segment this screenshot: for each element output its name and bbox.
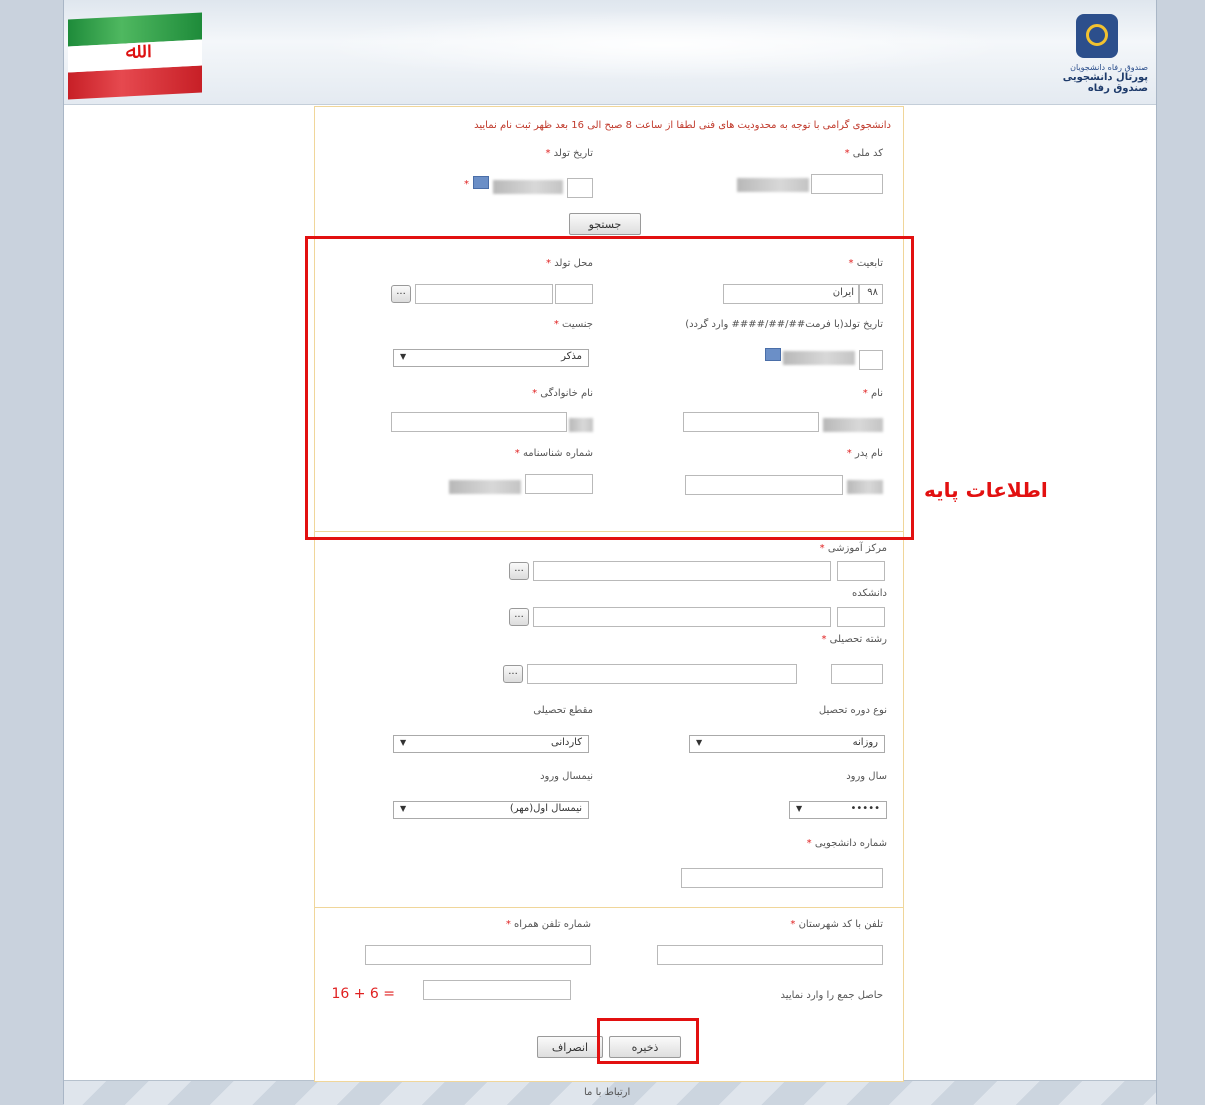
major-label: رشته تحصیلی * <box>821 634 887 645</box>
portal-logo[interactable]: صندوق رفاه دانشجویان پورتال دانشجویی صند… <box>1028 14 1148 94</box>
education-center-code-input[interactable] <box>837 561 885 581</box>
chevron-down-icon: ▼ <box>696 738 703 747</box>
birth-day-input[interactable] <box>567 178 593 198</box>
chevron-down-icon: ▼ <box>796 804 803 813</box>
calendar-icon[interactable] <box>473 176 489 189</box>
phone-input[interactable] <box>657 945 883 965</box>
education-center-lookup-button[interactable]: ... <box>509 562 529 580</box>
iran-flag-image: ﷲ <box>68 12 202 100</box>
faculty-code-input[interactable] <box>837 607 885 627</box>
faculty-lookup-button[interactable]: ... <box>509 608 529 626</box>
major-code-input[interactable] <box>831 664 883 684</box>
site-footer: ارتباط با ما <box>64 1080 1156 1105</box>
phone-label: تلفن با کد شهرستان * <box>790 919 883 930</box>
notice-text: دانشجوی گرامی با توجه به محدودیت های فنی… <box>474 120 891 131</box>
faculty-name-input[interactable] <box>533 607 831 627</box>
save-button-highlight-box <box>597 1018 699 1064</box>
faculty-label: دانشکده <box>852 588 887 599</box>
entry-year-label: سال ورود <box>846 771 887 782</box>
chevron-down-icon: ▼ <box>400 804 407 813</box>
captcha-question: 16 + 6 = <box>331 986 395 1002</box>
student-number-label: شماره دانشجویی * <box>806 838 887 849</box>
entry-semester-select[interactable]: نیمسال اول(مهر) ▼ <box>393 801 589 819</box>
search-button[interactable]: جستجو <box>569 213 641 235</box>
captcha-input[interactable] <box>423 980 571 1000</box>
contact-us-link[interactable]: ارتباط با ما <box>584 1087 630 1098</box>
course-type-select[interactable]: روزانه ▼ <box>689 735 885 753</box>
major-lookup-button[interactable]: ... <box>503 665 523 683</box>
national-code-label: کد ملی * <box>844 148 883 159</box>
entry-semester-label: نیمسال ورود <box>540 771 593 782</box>
captcha-label: حاصل جمع را وارد نمایید <box>780 990 883 1001</box>
cancel-button[interactable]: انصراف <box>537 1036 603 1058</box>
education-center-label: مرکز آموزشی * <box>819 543 887 554</box>
logo-subtitle: صندوق رفاه دانشجویان <box>1070 63 1148 72</box>
entry-year-select[interactable]: ••••• ▼ <box>789 801 887 819</box>
site-header: ﷲ صندوق رفاه دانشجویان پورتال دانشجویی ص… <box>64 0 1156 105</box>
chevron-down-icon: ▼ <box>400 738 407 747</box>
logo-icon <box>1076 14 1118 58</box>
portal-title: پورتال دانشجویی صندوق رفاه <box>1062 72 1148 94</box>
basic-info-highlight-box <box>305 236 914 540</box>
student-number-input[interactable] <box>681 868 883 888</box>
national-code-input[interactable] <box>811 174 883 194</box>
mobile-input[interactable] <box>365 945 591 965</box>
mobile-label: شماره تلفن همراه * <box>505 919 591 930</box>
education-center-name-input[interactable] <box>533 561 831 581</box>
birth-date-label: تاریخ تولد * <box>545 148 593 159</box>
major-name-input[interactable] <box>527 664 797 684</box>
course-type-label: نوع دوره تحصیل <box>818 705 887 716</box>
degree-select[interactable]: کاردانی ▼ <box>393 735 589 753</box>
basic-info-annotation: اطلاعات پایه <box>924 478 1048 502</box>
degree-label: مقطع تحصیلی <box>533 705 593 716</box>
